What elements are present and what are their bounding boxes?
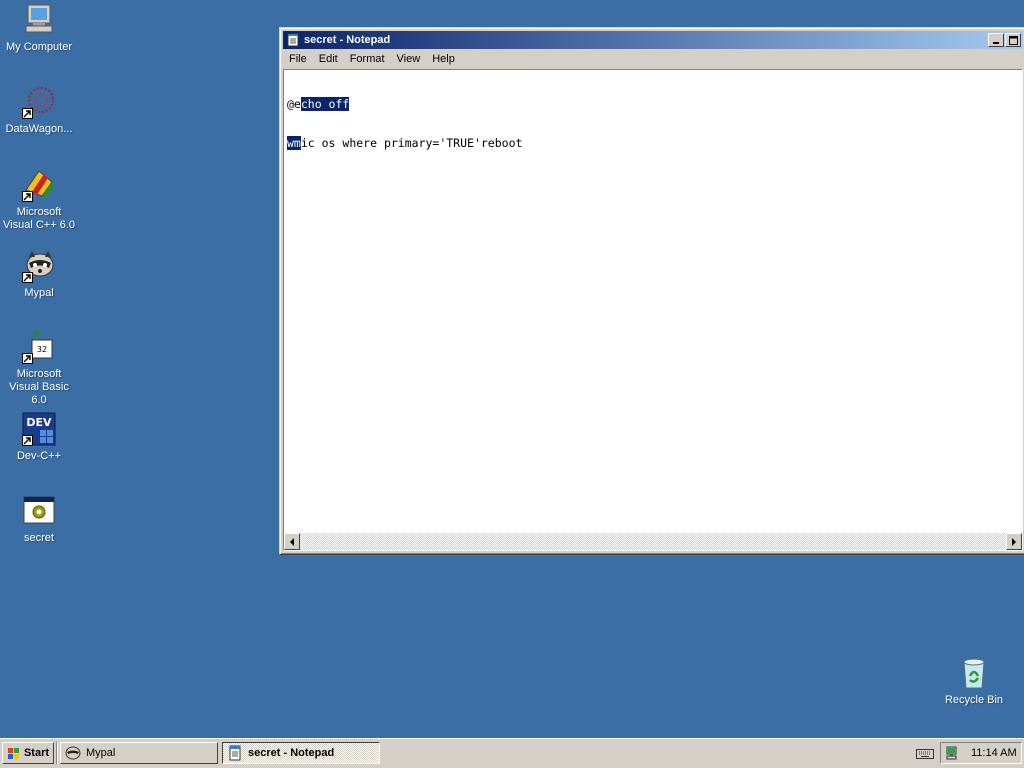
text-segment: ic os where primary='TRUE'reboot	[300, 136, 523, 150]
text-line: wmic os where primary='TRUE'reboot	[287, 136, 523, 150]
desktop-icon-label: Mypal	[24, 287, 54, 299]
recycle-bin-icon	[957, 656, 991, 690]
taskbar: Start Mypal secret - Notepad 11:14 AM	[0, 738, 1024, 768]
task-label: Mypal	[86, 747, 116, 759]
menu-bar: File Edit Format View Help	[283, 50, 1023, 68]
batch-file-icon	[22, 494, 56, 528]
scroll-right-button[interactable]	[1006, 533, 1022, 550]
my-computer-icon	[22, 3, 56, 37]
visual-basic-icon: 32	[22, 330, 56, 364]
text-editor[interactable]: @echo off wmic os where primary='TRUE're…	[283, 69, 1023, 551]
mypal-raccoon-icon	[22, 249, 56, 283]
scroll-right-icon	[1012, 537, 1016, 546]
menu-format[interactable]: Format	[344, 50, 391, 68]
horizontal-scrollbar[interactable]	[284, 533, 1022, 550]
selected-text: cho off	[300, 97, 350, 111]
desktop-icon-label: Microsoft Visual Basic 6.0	[9, 368, 69, 406]
window-title: secret - Notepad	[304, 34, 391, 46]
desktop-icon-visual-cpp[interactable]: Microsoft Visual C++ 6.0	[0, 168, 78, 232]
system-tray: 11:14 AM	[940, 742, 1022, 764]
text-line: @echo off	[287, 97, 522, 111]
menu-view[interactable]: View	[391, 50, 427, 68]
keyboard-indicator[interactable]	[914, 745, 936, 761]
notepad-window[interactable]: secret - Notepad File Edit Format View H…	[279, 27, 1024, 555]
visual-cpp-icon	[22, 168, 56, 202]
minimize-icon	[993, 42, 999, 44]
text-segment: @e	[287, 97, 301, 111]
mypal-raccoon-icon	[65, 746, 81, 760]
windows-logo-icon	[7, 747, 19, 759]
desktop-icon-label: secret	[24, 532, 54, 544]
shortcut-arrow-icon	[22, 272, 33, 283]
editor-text[interactable]: @echo off wmic os where primary='TRUE're…	[287, 72, 522, 176]
desktop-icon-label: My Computer	[5, 41, 73, 53]
desktop-icon-secret[interactable]: secret	[0, 494, 78, 545]
desktop-icon-label: Microsoft Visual C++ 6.0	[3, 206, 75, 231]
notepad-icon	[229, 745, 241, 761]
minimize-button[interactable]	[988, 33, 1004, 47]
scroll-left-icon	[290, 537, 294, 546]
desktop-icon-dev-cpp[interactable]: DEV Dev-C++	[0, 412, 78, 463]
desktop-icon-recycle-bin[interactable]: Recycle Bin	[935, 656, 1013, 707]
network-icon[interactable]	[945, 745, 961, 761]
task-label: secret - Notepad	[248, 747, 335, 759]
menu-edit[interactable]: Edit	[313, 50, 344, 68]
scroll-left-button[interactable]	[284, 533, 300, 550]
notepad-icon	[287, 33, 299, 47]
shortcut-arrow-icon	[22, 108, 33, 119]
shortcut-arrow-icon	[22, 353, 33, 364]
maximize-icon	[1008, 35, 1018, 45]
svg-text:DEV: DEV	[26, 416, 52, 429]
selected-text: wm	[287, 136, 301, 150]
desktop-icon-visual-basic[interactable]: 32 Microsoft Visual Basic 6.0	[0, 330, 78, 407]
title-bar[interactable]: secret - Notepad	[283, 31, 1023, 49]
clock[interactable]: 11:14 AM	[971, 747, 1017, 759]
taskbar-separator	[56, 742, 58, 764]
datawagon-icon	[22, 85, 56, 119]
shortcut-arrow-icon	[22, 435, 33, 446]
maximize-button[interactable]	[1005, 33, 1021, 47]
task-button-mypal[interactable]: Mypal	[60, 742, 218, 764]
start-label: Start	[23, 747, 50, 759]
desktop-icon-label: DataWagon...	[5, 123, 73, 135]
task-button-notepad[interactable]: secret - Notepad	[222, 742, 380, 764]
menu-file[interactable]: File	[283, 50, 313, 68]
desktop-icon-datawagon[interactable]: DataWagon...	[0, 85, 78, 136]
start-button[interactable]: Start	[2, 742, 54, 764]
svg-text:32: 32	[37, 345, 47, 354]
desktop-icon-my-computer[interactable]: My Computer	[0, 3, 78, 54]
menu-help[interactable]: Help	[426, 50, 461, 68]
desktop-icon-mypal[interactable]: Mypal	[0, 249, 78, 300]
desktop-icon-label: Recycle Bin	[944, 694, 1004, 706]
shortcut-arrow-icon	[22, 191, 33, 202]
dev-cpp-icon: DEV	[22, 412, 56, 446]
desktop-icon-label: Dev-C++	[16, 450, 62, 462]
keyboard-icon	[916, 749, 934, 759]
